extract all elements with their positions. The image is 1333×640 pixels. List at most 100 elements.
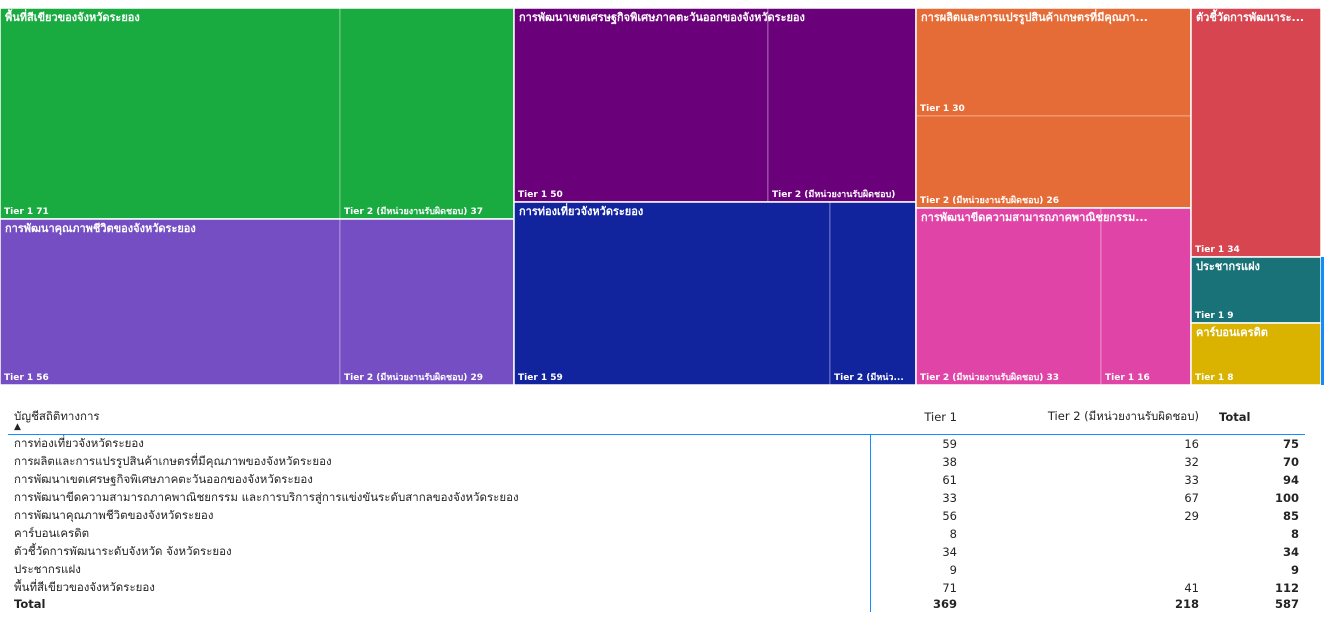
- treemap-svg: พื้นที่สีเขียวของจังหวัดระยอง Tier 1 71 Ti…: [0, 7, 1324, 386]
- treemap-group[interactable]: คาร์บอนเครดิต Tier 1 8: [1190, 322, 1322, 386]
- treemap-tile[interactable]: [339, 218, 515, 386]
- table-cell-name: ประชากรแฝง: [8, 561, 871, 579]
- treemap-tile[interactable]: [1190, 7, 1322, 258]
- table-cell-tier1: 71: [942, 581, 957, 595]
- table-header-row: บัญชีสถิติทางการ ▲ Tier 1 Tier 2 (มีหน่ว…: [8, 400, 1305, 435]
- treemap-tier-label: Tier 2 (มีหน่วยงานรับผิดชอบ) 26: [920, 195, 1059, 206]
- treemap-tier-label: Tier 1 71: [4, 207, 49, 217]
- table-row[interactable]: การพัฒนาขีดความสามารถภาคพาณิชยกรรม และกา…: [8, 489, 1305, 507]
- table-cell-name: การผลิตและการแปรรูปสินค้าเกษตรที่มีคุณภา…: [8, 453, 871, 471]
- table-row[interactable]: พื้นที่สีเขียวของจังหวัดระยอง 71 41 112: [8, 579, 1305, 597]
- table-row[interactable]: คาร์บอนเครดิต 8 8: [8, 525, 1305, 543]
- treemap-group-label: การพัฒนาคุณภาพชีวิตของจังหวัดระยอง: [5, 222, 196, 236]
- treemap-tile[interactable]: [513, 201, 831, 386]
- table-cell-tier2: [963, 543, 1205, 561]
- table-cell-name: การท่องเที่ยวจังหวัดระยอง: [8, 434, 871, 453]
- table-cell-total: 75: [1282, 437, 1299, 451]
- treemap-tile[interactable]: [0, 218, 341, 386]
- treemap-group[interactable]: ตัวชี้วัดการพัฒนาระ... Tier 1 34: [1190, 7, 1322, 258]
- treemap-scroll-indicator: [1321, 257, 1324, 385]
- treemap-group[interactable]: การพัฒนาคุณภาพชีวิตของจังหวัดระยอง Tier 1…: [0, 218, 515, 386]
- table-cell-tier1: 369: [932, 597, 957, 612]
- table-cell-name: Total: [8, 597, 871, 612]
- sort-ascending-icon: ▲: [14, 422, 21, 432]
- treemap-tier-label: Tier 1 8: [1195, 373, 1234, 383]
- treemap-group[interactable]: การท่องเที่ยวจังหวัดระยอง Tier 1 59 Tier 2…: [513, 201, 917, 386]
- table-cell-total: 112: [1274, 581, 1299, 595]
- treemap-tier-label: Tier 2 (มีหน่วยงานรับผิดชอบ) 37: [344, 206, 483, 217]
- treemap-tile[interactable]: [767, 7, 917, 203]
- table-cell-tier1: 33: [942, 491, 957, 505]
- table-cell-tier2: [963, 561, 1205, 579]
- treemap-group[interactable]: การพัฒนาเขตเศรษฐกิจพิเศษภาคตะวันออกของจั…: [513, 7, 917, 203]
- treemap-group-label: การพัฒนาเขตเศรษฐกิจพิเศษภาคตะวันออกของจั…: [519, 11, 805, 25]
- treemap-tile[interactable]: [513, 7, 769, 203]
- table-cell-tier1: 38: [942, 455, 957, 469]
- table-cell-total: 587: [1274, 597, 1299, 612]
- table-cell-tier2: [963, 525, 1205, 543]
- table-cell-name: การพัฒนาคุณภาพชีวิตของจังหวัดระยอง: [8, 507, 871, 525]
- treemap-group[interactable]: การผลิตและการแปรรูปสินค้าเกษตรที่มีคุณภา…: [915, 7, 1192, 209]
- treemap-tier-label: Tier 1 59: [518, 373, 563, 383]
- treemap-tier-label: Tier 1 50: [518, 190, 563, 200]
- treemap-tier-label: Tier 1 34: [1195, 245, 1240, 255]
- treemap-tile[interactable]: [915, 115, 1192, 209]
- column-header-total[interactable]: Total: [1205, 400, 1305, 435]
- table-row[interactable]: การท่องเที่ยวจังหวัดระยอง 59 16 75: [8, 434, 1305, 453]
- treemap-tier-label: Tier 2 (มีหน่วยงานรับผิดชอบ) 33: [920, 372, 1059, 383]
- treemap-tile[interactable]: [915, 207, 1102, 386]
- column-header-name-label: บัญชีสถิติทางการ: [14, 409, 100, 423]
- column-header-tier2[interactable]: Tier 2 (มีหน่วยงานรับผิดชอบ): [963, 400, 1205, 435]
- table-cell-name: การพัฒนาขีดความสามารถภาคพาณิชยกรรม และกา…: [8, 489, 871, 507]
- treemap-group-label: การผลิตและการแปรรูปสินค้าเกษตรที่มีคุณภา…: [921, 9, 1148, 25]
- table-cell-tier2: 33: [1184, 473, 1199, 487]
- table-cell-tier2: 32: [1184, 455, 1199, 469]
- table-cell-tier1: 56: [942, 509, 957, 523]
- table-cell-total: 34: [1282, 545, 1299, 559]
- table-cell-tier2: 218: [1174, 597, 1199, 612]
- treemap-group-label: การท่องเที่ยวจังหวัดระยอง: [519, 203, 643, 218]
- treemap-tier-label: Tier 2 (มีหน่วยงานรับผิดชอบ): [772, 189, 895, 200]
- table-cell-tier2: 29: [1184, 509, 1199, 523]
- treemap-group[interactable]: ประชากรแฝง Tier 1 9: [1190, 256, 1322, 324]
- table-cell-name: คาร์บอนเครดิต: [8, 525, 871, 543]
- table-cell-total: 94: [1282, 473, 1299, 487]
- treemap-tier-label: Tier 2 (มีหน่ว...: [834, 372, 904, 383]
- table-total-row[interactable]: Total 369 218 587: [8, 597, 1305, 612]
- table-cell-tier2: 16: [1184, 437, 1199, 451]
- treemap-group-label: ประชากรแฝง: [1196, 260, 1260, 273]
- table-cell-tier2: 41: [1184, 581, 1199, 595]
- column-header-name[interactable]: บัญชีสถิติทางการ ▲: [8, 400, 871, 435]
- stats-table: บัญชีสถิติทางการ ▲ Tier 1 Tier 2 (มีหน่ว…: [8, 400, 1305, 612]
- treemap-group[interactable]: การพัฒนาขีดความสามารถภาคพาณิชยกรรม... Tie…: [915, 207, 1192, 386]
- table-cell-tier1: 9: [949, 563, 957, 577]
- table-row[interactable]: การพัฒนาเขตเศรษฐกิจพิเศษภาคตะวันออกของจั…: [8, 471, 1305, 489]
- treemap-group-label: การพัฒนาขีดความสามารถภาคพาณิชยกรรม...: [921, 211, 1148, 224]
- table-cell-total: 100: [1274, 491, 1299, 505]
- treemap-group[interactable]: พื้นที่สีเขียวของจังหวัดระยอง Tier 1 71 Ti…: [0, 7, 515, 220]
- treemap-chart[interactable]: พื้นที่สีเขียวของจังหวัดระยอง Tier 1 71 Ti…: [0, 0, 1333, 390]
- table-row[interactable]: การพัฒนาคุณภาพชีวิตของจังหวัดระยอง 56 29 85: [8, 507, 1305, 525]
- treemap-tier-label: Tier 1 9: [1195, 311, 1234, 321]
- treemap-tile[interactable]: [0, 7, 341, 220]
- table-body: การท่องเที่ยวจังหวัดระยอง 59 16 75 การผลิตแล…: [8, 434, 1305, 612]
- treemap-tile[interactable]: [829, 201, 917, 386]
- column-header-tier1[interactable]: Tier 1: [871, 400, 964, 435]
- treemap-group-label: ตัวชี้วัดการพัฒนาระ...: [1196, 9, 1304, 24]
- matrix-table: บัญชีสถิติทางการ ▲ Tier 1 Tier 2 (มีหน่ว…: [8, 400, 1328, 640]
- table-cell-name: พื้นที่สีเขียวของจังหวัดระยอง: [8, 579, 871, 597]
- table-row[interactable]: การผลิตและการแปรรูปสินค้าเกษตรที่มีคุณภา…: [8, 453, 1305, 471]
- treemap-tile[interactable]: [339, 7, 515, 220]
- table-row[interactable]: ตัวชี้วัดการพัฒนาระดับจังหวัด จังหวัดระย…: [8, 543, 1305, 561]
- treemap-tile[interactable]: [915, 7, 1192, 117]
- table-cell-total: 85: [1282, 509, 1299, 523]
- treemap-tile[interactable]: [1100, 207, 1192, 386]
- treemap-tier-label: Tier 1 16: [1105, 373, 1150, 383]
- table-row[interactable]: ประชากรแฝง 9 9: [8, 561, 1305, 579]
- table-cell-tier1: 61: [942, 473, 957, 487]
- table-cell-total: 70: [1282, 455, 1299, 469]
- table-cell-tier1: 59: [942, 437, 957, 451]
- table-cell-total: 9: [1290, 563, 1299, 577]
- table-cell-total: 8: [1290, 527, 1299, 541]
- table-cell-name: การพัฒนาเขตเศรษฐกิจพิเศษภาคตะวันออกของจั…: [8, 471, 871, 489]
